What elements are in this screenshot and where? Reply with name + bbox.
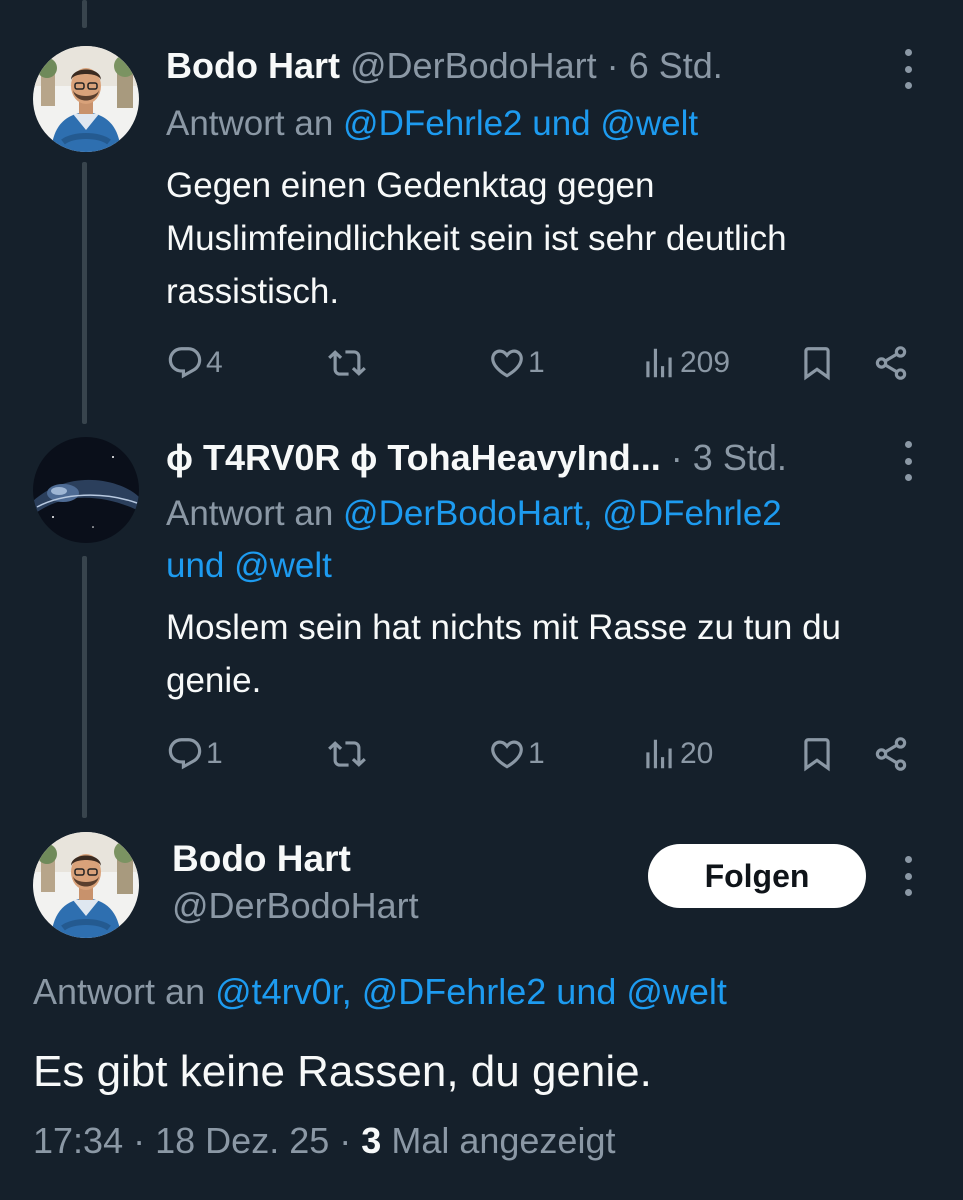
views-button[interactable]: 209 — [640, 338, 730, 388]
tweet-meta: 17:34 · 18 Dez. 25 · 3 Mal angezeigt — [33, 1120, 615, 1162]
replying-to-cont: und @welt — [166, 540, 332, 592]
thread-line-2 — [82, 556, 87, 818]
avatar[interactable] — [33, 46, 139, 152]
thread-line-top — [82, 0, 87, 28]
tweet-actions: 4 1 209 — [166, 338, 926, 388]
tweet-text: Gegen einen Gedenktag gegen Muslimfeindl… — [166, 166, 787, 311]
author-handle[interactable]: @DerBodoHart — [172, 885, 419, 927]
heart-icon — [488, 735, 526, 773]
tweet-text: Es gibt keine Rassen, du genie. — [33, 1047, 652, 1096]
replying-mentions[interactable]: @DerBodoHart, @DFehrle2 — [343, 494, 782, 533]
timestamp[interactable]: 3 Std. — [693, 437, 787, 478]
reply-button[interactable]: 4 — [166, 338, 223, 388]
reply-icon — [166, 344, 204, 382]
view-count: 209 — [680, 346, 731, 379]
replying-mentions-2[interactable]: und @welt — [166, 546, 332, 585]
timestamp[interactable]: 6 Std. — [629, 45, 723, 86]
bookmark-icon — [798, 735, 836, 773]
like-button[interactable]: 1 — [488, 729, 545, 779]
tweet-text: Moslem sein hat nichts mit Rasse zu tun … — [166, 608, 842, 700]
bookmark-icon — [798, 344, 836, 382]
tweet-actions: 1 1 20 — [166, 729, 926, 779]
bookmark-button[interactable] — [798, 729, 836, 779]
views-button[interactable]: 20 — [640, 729, 713, 779]
reply-button[interactable]: 1 — [166, 729, 223, 779]
share-button[interactable] — [872, 338, 910, 388]
heart-icon — [488, 344, 526, 382]
view-label: Mal angezeigt — [391, 1120, 616, 1161]
replying-to: Antwort an @t4rv0r, @DFehrle2 und @welt — [33, 966, 727, 1018]
retweet-button[interactable] — [328, 338, 366, 388]
replying-mentions[interactable]: @t4rv0r, @DFehrle2 und @welt — [215, 971, 727, 1012]
avatar[interactable] — [33, 832, 139, 938]
like-count: 1 — [528, 346, 545, 379]
like-button[interactable]: 1 — [488, 338, 545, 388]
timestamp[interactable]: 17:34 — [33, 1120, 123, 1161]
author-name[interactable]: Bodo Hart — [172, 838, 351, 880]
author-handle[interactable]: @DerBodoHart — [350, 45, 597, 86]
thread-line-1 — [82, 162, 87, 424]
replying-prefix: Antwort an — [166, 494, 334, 533]
view-count: 3 — [361, 1120, 382, 1161]
separator: · — [339, 1120, 352, 1161]
follow-button[interactable]: Folgen — [648, 844, 866, 908]
bookmark-button[interactable] — [798, 338, 836, 388]
replying-to: Antwort an @DFehrle2 und @welt — [166, 98, 698, 150]
replying-mentions[interactable]: @DFehrle2 und @welt — [343, 104, 698, 143]
author-name[interactable]: ɸ T4RV0R ɸ TohaHeavyInd... — [166, 437, 661, 478]
date[interactable]: 18 Dez. 25 — [155, 1120, 329, 1161]
reply-count: 1 — [206, 737, 223, 770]
reply-icon — [166, 735, 204, 773]
reply-count: 4 — [206, 346, 223, 379]
retweet-icon — [328, 344, 366, 382]
views-icon — [640, 735, 678, 773]
separator: · — [606, 45, 619, 86]
more-icon[interactable] — [898, 49, 918, 89]
like-count: 1 — [528, 737, 545, 770]
replying-prefix: Antwort an — [166, 104, 334, 143]
separator: · — [133, 1120, 146, 1161]
view-count: 20 — [680, 737, 714, 770]
avatar[interactable] — [33, 437, 139, 543]
tweet-header: ɸ T4RV0R ɸ TohaHeavyInd... · 3 Std. — [166, 436, 787, 479]
more-icon[interactable] — [898, 856, 918, 896]
separator: · — [670, 437, 683, 478]
tweet-header: Bodo Hart @DerBodoHart · 6 Std. — [166, 44, 723, 87]
more-icon[interactable] — [898, 441, 918, 481]
retweet-icon — [328, 735, 366, 773]
share-icon — [872, 344, 910, 382]
share-icon — [872, 735, 910, 773]
share-button[interactable] — [872, 729, 910, 779]
replying-to: Antwort an @DerBodoHart, @DFehrle2 — [166, 488, 782, 540]
views-icon — [640, 344, 678, 382]
replying-prefix: Antwort an — [33, 971, 206, 1012]
retweet-button[interactable] — [328, 729, 366, 779]
author-name[interactable]: Bodo Hart — [166, 45, 340, 86]
